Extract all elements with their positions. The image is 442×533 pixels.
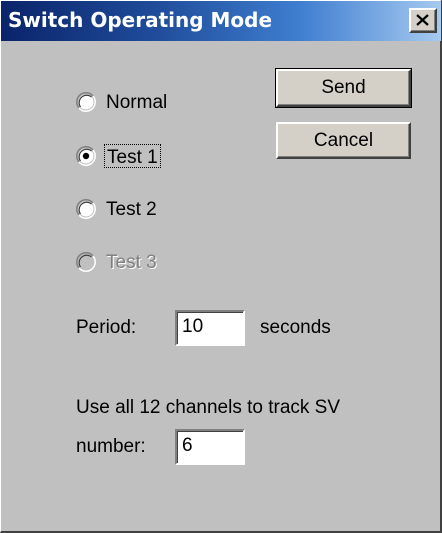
radio-button-icon xyxy=(76,92,96,112)
sv-description: Use all 12 channels to track SV xyxy=(76,397,341,418)
radio-test-3-label: Test 3 xyxy=(106,252,157,273)
close-button[interactable] xyxy=(409,8,437,33)
radio-test-1[interactable]: Test 1 xyxy=(76,144,226,170)
radio-button-icon xyxy=(76,199,96,219)
radio-button-selected-icon xyxy=(76,146,96,166)
title-bar[interactable]: Switch Operating Mode xyxy=(1,1,441,41)
send-button[interactable]: Send xyxy=(275,68,412,108)
cancel-button[interactable]: Cancel xyxy=(276,122,411,159)
close-icon xyxy=(416,14,429,26)
radio-normal[interactable]: Normal xyxy=(76,90,226,116)
sv-number-label: number: xyxy=(76,436,146,457)
radio-button-disabled-icon xyxy=(76,252,96,272)
period-unit-label: seconds xyxy=(260,317,331,338)
radio-test-2-label: Test 2 xyxy=(106,199,157,220)
period-label: Period: xyxy=(76,317,137,338)
focus-rectangle: Test 1 xyxy=(104,144,161,168)
radio-normal-label: Normal xyxy=(106,92,168,113)
radio-test-2[interactable]: Test 2 xyxy=(76,197,226,223)
switch-operating-mode-dialog: Switch Operating Mode Normal Test 1 Test… xyxy=(0,0,442,533)
window-title: Switch Operating Mode xyxy=(8,8,273,32)
sv-number-input[interactable]: 6 xyxy=(175,429,245,465)
radio-test-3: Test 3 xyxy=(76,250,226,276)
radio-test-1-label: Test 1 xyxy=(107,147,158,168)
period-input[interactable]: 10 xyxy=(175,310,245,346)
